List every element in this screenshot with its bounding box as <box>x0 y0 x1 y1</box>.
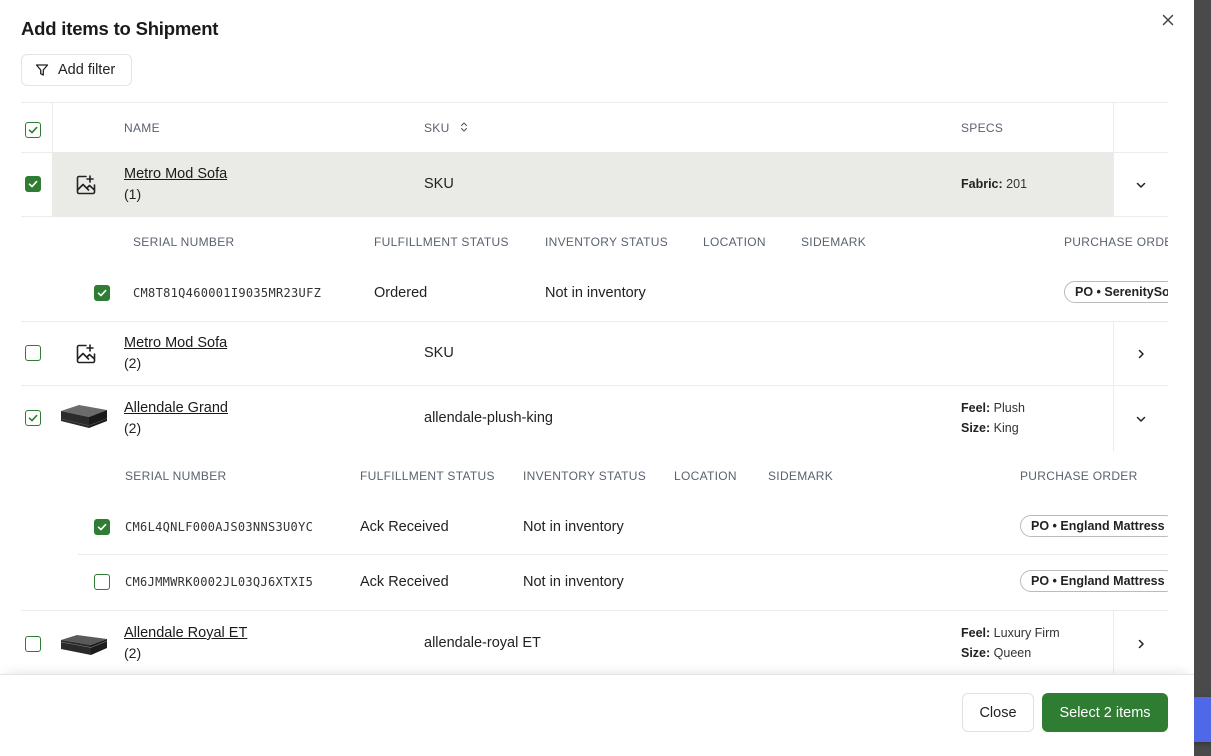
table-row[interactable]: Metro Mod Sofa (2) SKU <box>21 321 1168 386</box>
product-count: (2) <box>124 355 142 371</box>
spec-value: Plush <box>993 401 1025 415</box>
modal-backdrop <box>1194 0 1211 756</box>
row-checkbox[interactable] <box>25 345 41 361</box>
row-checkbox[interactable] <box>25 410 41 426</box>
spec-value: Luxury Firm <box>993 626 1060 640</box>
product-count: (2) <box>124 645 142 661</box>
chevron-right-icon[interactable] <box>1134 637 1148 651</box>
column-header-specs: SPECS <box>961 121 1004 135</box>
sub-header-purchase-order: PURCHASE ORDER <box>1020 469 1138 483</box>
spec-key: Size: <box>961 421 991 435</box>
sub-header-serial: SERIAL NUMBER <box>125 469 227 483</box>
column-divider <box>52 103 53 153</box>
purchase-order-tag[interactable]: PO • England Mattress <box>1020 570 1168 592</box>
product-name-link[interactable]: Metro Mod Sofa <box>124 335 227 351</box>
sub-header-sidemark: SIDEMARK <box>768 469 834 483</box>
row-checkbox[interactable] <box>25 176 41 192</box>
unit-fulfillment-status: Ack Received <box>360 519 449 535</box>
add-filter-label: Add filter <box>58 62 116 78</box>
sub-header-inventory: INVENTORY STATUS <box>545 235 669 249</box>
sub-header-purchase-order: PURCHASE ORDER <box>1064 235 1168 249</box>
sub-header-sidemark: SIDEMARK <box>801 235 867 249</box>
unit-serial: CM6L4QNLF000AJS03NNS3U0YC <box>125 520 314 534</box>
select-all-checkbox[interactable] <box>25 122 41 138</box>
chevron-down-icon[interactable] <box>1134 178 1148 192</box>
spec-key: Size: <box>961 646 991 660</box>
table-row[interactable]: Metro Mod Sofa (1) SKU Fabric: 201 <box>21 153 1168 217</box>
spec-key: Fabric: <box>961 177 1003 191</box>
product-spec: Size: Queen <box>961 646 1031 660</box>
product-spec: Size: King <box>961 421 1019 435</box>
table-row[interactable]: Allendale Grand (2) allendale-plush-king… <box>21 386 1168 451</box>
product-spec: Feel: Plush <box>961 401 1025 415</box>
unit-serial: CM8T81Q460001I9035MR23UFZ <box>133 286 322 300</box>
product-spec: Feel: Luxury Firm <box>961 626 1060 640</box>
row-checkbox[interactable] <box>25 636 41 652</box>
select-items-button[interactable]: Select 2 items <box>1042 693 1168 732</box>
product-count: (2) <box>124 420 142 436</box>
items-table: NAME SKU SPECS Metro Mod Sofa (1) SKU Fa… <box>21 102 1168 675</box>
column-header-sku-label: SKU <box>424 121 450 135</box>
add-filter-button[interactable]: Add filter <box>21 54 132 86</box>
sub-header-location: LOCATION <box>703 235 766 249</box>
unit-fulfillment-status: Ordered <box>374 285 428 301</box>
unit-serial: CM6JMMWRK0002JL03QJ6XTXI5 <box>125 575 314 589</box>
filter-icon <box>35 64 49 76</box>
unit-checkbox[interactable] <box>94 519 110 535</box>
add-items-modal: Add items to Shipment Add filter NAME SK… <box>0 0 1194 756</box>
product-spec: Fabric: 201 <box>961 177 1027 191</box>
chevron-right-icon[interactable] <box>1134 347 1148 361</box>
modal-footer: Close Select 2 items <box>0 674 1194 756</box>
product-name-link[interactable]: Allendale Grand <box>124 400 228 416</box>
product-sku: SKU <box>424 345 454 361</box>
sub-header-serial: SERIAL NUMBER <box>133 235 235 249</box>
sub-header-location: LOCATION <box>674 469 737 483</box>
mattress-thumbnail <box>60 405 108 428</box>
table-header: NAME SKU SPECS <box>21 103 1168 153</box>
close-icon[interactable] <box>1159 11 1177 29</box>
image-placeholder-icon <box>76 175 96 195</box>
unit-checkbox[interactable] <box>94 285 110 301</box>
row-highlight <box>52 153 1113 217</box>
spec-value: 201 <box>1006 177 1028 191</box>
image-placeholder-icon <box>76 344 96 364</box>
spec-key: Feel: <box>961 626 991 640</box>
unit-inventory-status: Not in inventory <box>545 285 646 301</box>
purchase-order-tag[interactable]: PO • England Mattress <box>1020 515 1168 537</box>
unit-fulfillment-status: Ack Received <box>360 574 449 590</box>
unit-inventory-status: Not in inventory <box>523 519 624 535</box>
unit-inventory-status: Not in inventory <box>523 574 624 590</box>
spec-value: King <box>993 421 1019 435</box>
product-sku: SKU <box>424 176 454 192</box>
product-name-link[interactable]: Allendale Royal ET <box>124 625 247 641</box>
row-divider <box>78 554 1168 555</box>
chevron-down-icon[interactable] <box>1134 412 1148 426</box>
column-header-sku[interactable]: SKU <box>424 121 469 135</box>
sub-header-fulfillment: FULFILLMENT STATUS <box>374 235 509 249</box>
spec-value: Queen <box>993 646 1032 660</box>
product-sku: allendale-royal ET <box>424 635 541 651</box>
spec-key: Feel: <box>961 401 991 415</box>
product-name-link[interactable]: Metro Mod Sofa <box>124 166 227 182</box>
product-count: (1) <box>124 186 142 202</box>
sub-header-fulfillment: FULFILLMENT STATUS <box>360 469 495 483</box>
unit-checkbox[interactable] <box>94 574 110 590</box>
modal-title: Add items to Shipment <box>21 18 219 39</box>
close-button[interactable]: Close <box>962 693 1034 732</box>
table-row[interactable]: Allendale Royal ET (2) allendale-royal E… <box>21 610 1168 675</box>
product-sku: allendale-plush-king <box>424 410 553 426</box>
column-header-name: NAME <box>124 121 160 135</box>
mattress-thumbnail <box>60 635 108 655</box>
sort-icon <box>461 122 468 132</box>
sub-header-inventory: INVENTORY STATUS <box>523 469 647 483</box>
purchase-order-tag[interactable]: PO • SerenitySo <box>1064 281 1168 303</box>
